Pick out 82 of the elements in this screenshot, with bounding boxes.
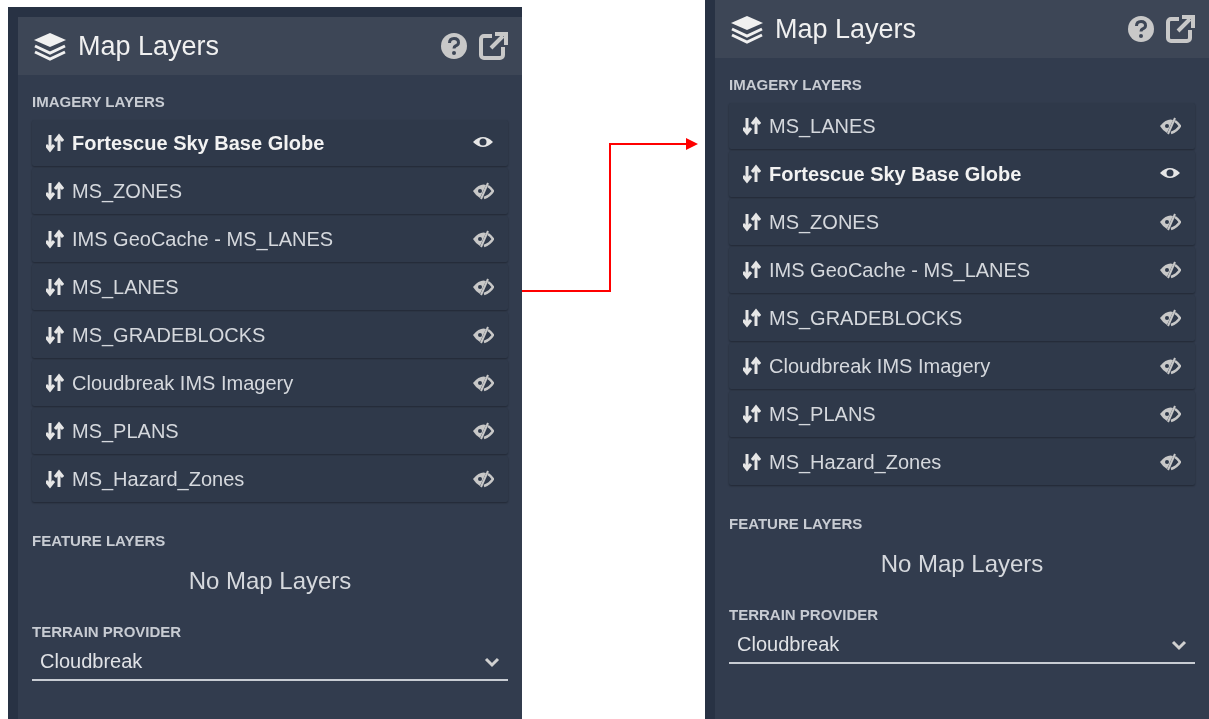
layer-name: Fortescue Sky Base Globe	[72, 131, 326, 155]
eye-slash-icon[interactable]	[472, 470, 494, 488]
sort-icon[interactable]	[743, 116, 761, 136]
sort-icon[interactable]	[46, 229, 64, 249]
sort-icon[interactable]	[743, 260, 761, 280]
layers-icon	[32, 31, 68, 61]
sort-icon[interactable]	[46, 469, 64, 489]
eye-slash-icon[interactable]	[472, 182, 494, 200]
sort-icon[interactable]	[46, 133, 64, 153]
layer-row[interactable]: Fortescue Sky Base Globe	[729, 151, 1195, 197]
layer-row[interactable]: MS_PLANS	[729, 391, 1195, 437]
panel-title: Map Layers	[775, 13, 918, 45]
eye-slash-icon[interactable]	[1159, 213, 1181, 231]
layer-name: MS_PLANS	[72, 419, 180, 443]
layer-row[interactable]: Fortescue Sky Base Globe	[32, 120, 508, 166]
layer-name: MS_ZONES	[72, 179, 184, 203]
layer-row[interactable]: MS_LANES	[32, 264, 508, 310]
sort-icon[interactable]	[743, 308, 761, 328]
external-link-icon[interactable]	[1165, 14, 1195, 44]
eye-slash-icon[interactable]	[1159, 405, 1181, 423]
sort-icon[interactable]	[743, 164, 761, 184]
help-icon[interactable]	[1127, 15, 1155, 43]
eye-slash-icon[interactable]	[1159, 453, 1181, 471]
layer-row[interactable]: MS_LANES	[729, 103, 1195, 149]
eye-slash-icon[interactable]	[472, 374, 494, 392]
layer-name: MS_Hazard_Zones	[769, 450, 943, 474]
section-heading: FEATURE LAYERS	[32, 532, 167, 549]
sort-icon[interactable]	[46, 325, 64, 345]
layer-row[interactable]: MS_PLANS	[32, 408, 508, 454]
layer-name: MS_ZONES	[769, 210, 881, 234]
layer-name: Cloudbreak IMS Imagery	[769, 354, 992, 378]
layer-name: IMS GeoCache - MS_LANES	[769, 258, 1032, 282]
eye-slash-icon[interactable]	[472, 422, 494, 440]
sort-icon[interactable]	[46, 421, 64, 441]
section-heading: FEATURE LAYERS	[729, 515, 864, 532]
layer-name: MS_GRADEBLOCKS	[769, 306, 964, 330]
external-link-icon[interactable]	[478, 31, 508, 61]
panel-title: Map Layers	[78, 30, 221, 62]
layer-row[interactable]: MS_Hazard_Zones	[32, 456, 508, 502]
section-heading: TERRAIN PROVIDER	[32, 623, 183, 640]
layer-row[interactable]: MS_ZONES	[32, 168, 508, 214]
eye-slash-icon[interactable]	[472, 326, 494, 344]
help-icon[interactable]	[440, 32, 468, 60]
eye-slash-icon[interactable]	[472, 278, 494, 296]
layers-icon	[729, 14, 765, 44]
eye-slash-icon[interactable]	[1159, 309, 1181, 327]
layer-name: MS_GRADEBLOCKS	[72, 323, 267, 347]
empty-message: No Map Layers	[879, 550, 1045, 578]
layer-row[interactable]: MS_GRADEBLOCKS	[729, 295, 1195, 341]
section-heading: IMAGERY LAYERS	[729, 76, 863, 93]
layer-name: MS_PLANS	[769, 402, 877, 426]
layer-row[interactable]: MS_GRADEBLOCKS	[32, 312, 508, 358]
sort-icon[interactable]	[743, 356, 761, 376]
terrain-select[interactable]: Cloudbreak	[32, 646, 508, 681]
chevron-down-icon	[484, 655, 500, 668]
eye-slash-icon[interactable]	[1159, 261, 1181, 279]
eye-slash-icon[interactable]	[472, 230, 494, 248]
eye-slash-icon[interactable]	[1159, 357, 1181, 375]
sort-icon[interactable]	[46, 373, 64, 393]
layer-row[interactable]: IMS GeoCache - MS_LANES	[32, 216, 508, 262]
layer-row[interactable]: MS_ZONES	[729, 199, 1195, 245]
sort-icon[interactable]	[743, 404, 761, 424]
chevron-down-icon	[1171, 638, 1187, 651]
sort-icon[interactable]	[46, 277, 64, 297]
layer-row[interactable]: Cloudbreak IMS Imagery	[32, 360, 508, 406]
empty-message: No Map Layers	[187, 567, 353, 595]
terrain-select[interactable]: Cloudbreak	[729, 629, 1195, 664]
layer-row[interactable]: IMS GeoCache - MS_LANES	[729, 247, 1195, 293]
eye-slash-icon[interactable]	[1159, 117, 1181, 135]
layer-name: Cloudbreak IMS Imagery	[72, 371, 295, 395]
sort-icon[interactable]	[46, 181, 64, 201]
section-heading: IMAGERY LAYERS	[32, 93, 166, 110]
sort-icon[interactable]	[743, 212, 761, 232]
layer-name: MS_LANES	[72, 275, 180, 299]
sort-icon[interactable]	[743, 452, 761, 472]
layer-row[interactable]: MS_Hazard_Zones	[729, 439, 1195, 485]
layer-name: IMS GeoCache - MS_LANES	[72, 227, 335, 251]
layer-name: Fortescue Sky Base Globe	[769, 162, 1023, 186]
section-heading: TERRAIN PROVIDER	[729, 606, 880, 623]
layer-name: MS_LANES	[769, 114, 877, 138]
layer-row[interactable]: Cloudbreak IMS Imagery	[729, 343, 1195, 389]
layer-name: MS_Hazard_Zones	[72, 467, 246, 491]
